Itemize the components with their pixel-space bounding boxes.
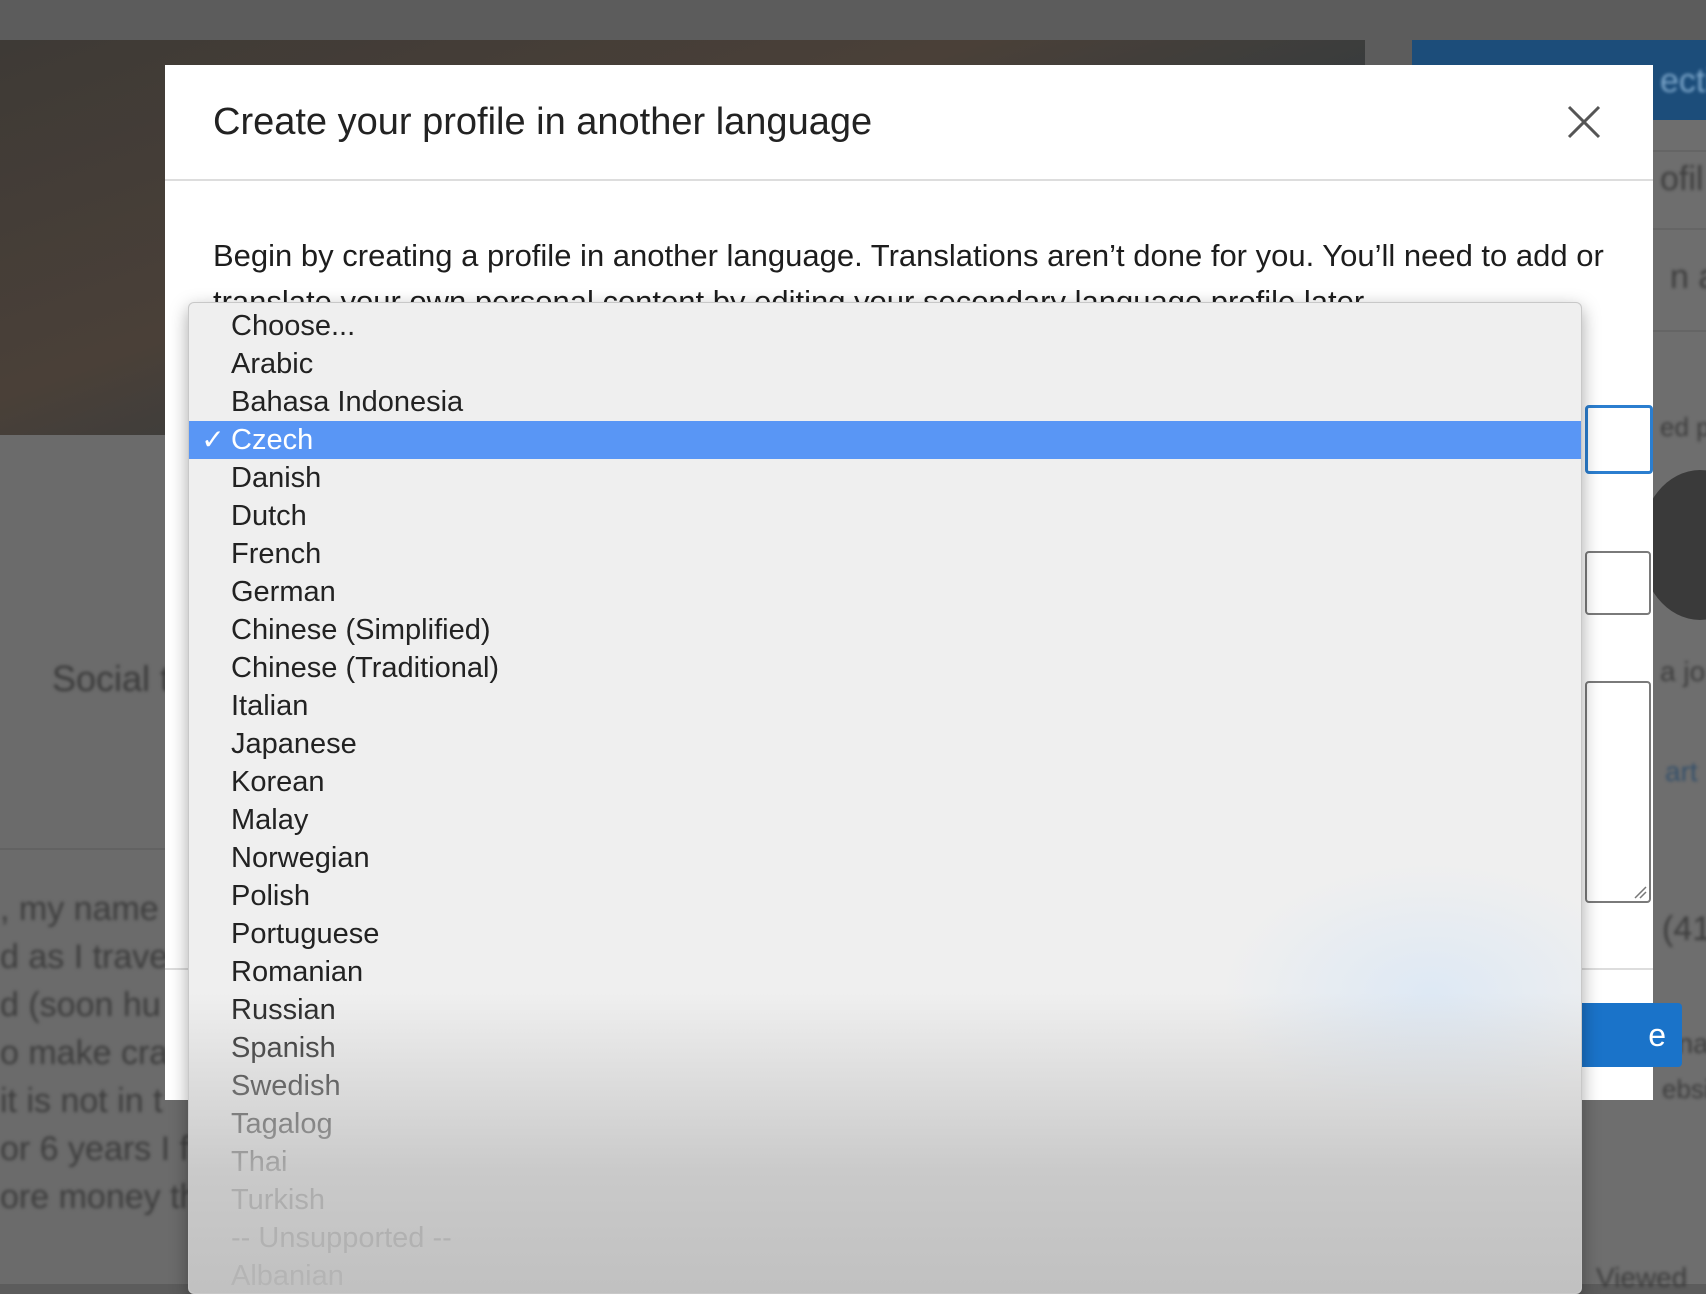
option-label: Tagalog xyxy=(231,1108,333,1140)
language-option[interactable]: Dutch xyxy=(189,497,1581,535)
option-label: Choose... xyxy=(231,310,356,342)
option-label: Korean xyxy=(231,766,325,798)
option-label: Chinese (Simplified) xyxy=(231,614,491,646)
background-heading: Social t xyxy=(52,658,171,699)
language-option[interactable]: Arabic xyxy=(189,345,1581,383)
language-option[interactable]: Turkish xyxy=(189,1181,1581,1219)
language-option[interactable]: Danish xyxy=(189,459,1581,497)
option-label: Swedish xyxy=(231,1070,341,1102)
modal-header: Create your profile in another language xyxy=(165,65,1653,181)
language-option[interactable]: Korean xyxy=(189,763,1581,801)
option-label: Romanian xyxy=(231,956,364,988)
option-label: Chinese (Traditional) xyxy=(231,652,500,684)
option-label: Bahasa Indonesia xyxy=(231,386,464,418)
background-text-line: ore money th xyxy=(0,1178,199,1216)
option-label: French xyxy=(231,538,322,570)
language-option[interactable]: German xyxy=(189,573,1581,611)
language-select-field[interactable] xyxy=(1585,405,1653,474)
option-label: Czech xyxy=(231,424,314,456)
option-label: Russian xyxy=(231,994,336,1026)
background-right-text: a jo xyxy=(1660,656,1706,687)
option-label: German xyxy=(231,576,336,608)
language-option[interactable]: Romanian xyxy=(189,953,1581,991)
language-option[interactable]: Norwegian xyxy=(189,839,1581,877)
language-option[interactable]: French xyxy=(189,535,1581,573)
background-right-text: n an xyxy=(1670,258,1706,296)
language-option[interactable]: Malay xyxy=(189,801,1581,839)
background-text-line: d as I trave xyxy=(0,938,169,976)
language-option-group-label: -- Unsupported -- xyxy=(189,1219,1581,1257)
option-label: Polish xyxy=(231,880,310,912)
option-label: Malay xyxy=(231,804,309,836)
language-option[interactable]: Albanian xyxy=(189,1257,1581,1293)
language-option[interactable]: Russian xyxy=(189,991,1581,1029)
language-dropdown-list[interactable]: Choose... Arabic Bahasa Indonesia ✓ Czec… xyxy=(188,302,1582,1294)
option-label: Thai xyxy=(231,1146,288,1178)
background-text-line: o make cra xyxy=(0,1034,169,1072)
name-input-field[interactable] xyxy=(1585,551,1651,615)
option-label: Portuguese xyxy=(231,918,380,950)
option-label: Dutch xyxy=(231,500,307,532)
background-text-line: d (soon hu xyxy=(0,986,161,1024)
language-option[interactable]: Choose... xyxy=(189,307,1581,345)
background-text-line: , my name i xyxy=(0,890,176,928)
background-text-line: or 6 years I fo xyxy=(0,1130,208,1168)
option-label: Spanish xyxy=(231,1032,336,1064)
language-option[interactable]: Chinese (Simplified) xyxy=(189,611,1581,649)
option-label: Danish xyxy=(231,462,322,494)
option-label: -- Unsupported -- xyxy=(231,1222,452,1254)
language-option[interactable]: Tagalog xyxy=(189,1105,1581,1143)
option-label: Arabic xyxy=(231,348,314,380)
language-option[interactable]: Portuguese xyxy=(189,915,1581,953)
language-option-selected[interactable]: ✓ Czech xyxy=(189,421,1581,459)
resize-handle-icon[interactable] xyxy=(1631,883,1647,899)
language-option[interactable]: Spanish xyxy=(189,1029,1581,1067)
background-right-text: ed p xyxy=(1660,412,1706,442)
option-label: Albanian xyxy=(231,1260,344,1292)
close-icon[interactable] xyxy=(1557,95,1611,149)
option-label: Japanese xyxy=(231,728,357,760)
background-right-text: ebsite xyxy=(1662,1074,1706,1104)
checkmark-icon: ✓ xyxy=(201,424,225,455)
language-option[interactable]: Chinese (Traditional) xyxy=(189,649,1581,687)
option-label: Italian xyxy=(231,690,309,722)
headline-textarea[interactable] xyxy=(1585,681,1651,903)
background-right-text: Viewed xyxy=(1596,1262,1688,1293)
background-right-text: ofil xyxy=(1660,160,1704,198)
background-right-text: ecti xyxy=(1660,62,1706,100)
language-option[interactable]: Thai xyxy=(189,1143,1581,1181)
option-label: Norwegian xyxy=(231,842,370,874)
background-right-text: (41 xyxy=(1662,910,1706,948)
background-right-text: art xyxy=(1665,756,1698,787)
language-option[interactable]: Swedish xyxy=(189,1067,1581,1105)
option-label: Turkish xyxy=(231,1184,325,1216)
modal-title: Create your profile in another language xyxy=(213,101,873,143)
language-option[interactable]: Bahasa Indonesia xyxy=(189,383,1581,421)
language-option[interactable]: Italian xyxy=(189,687,1581,725)
language-option[interactable]: Japanese xyxy=(189,725,1581,763)
background-text-line: it is not in t xyxy=(0,1082,163,1120)
language-option[interactable]: Polish xyxy=(189,877,1581,915)
